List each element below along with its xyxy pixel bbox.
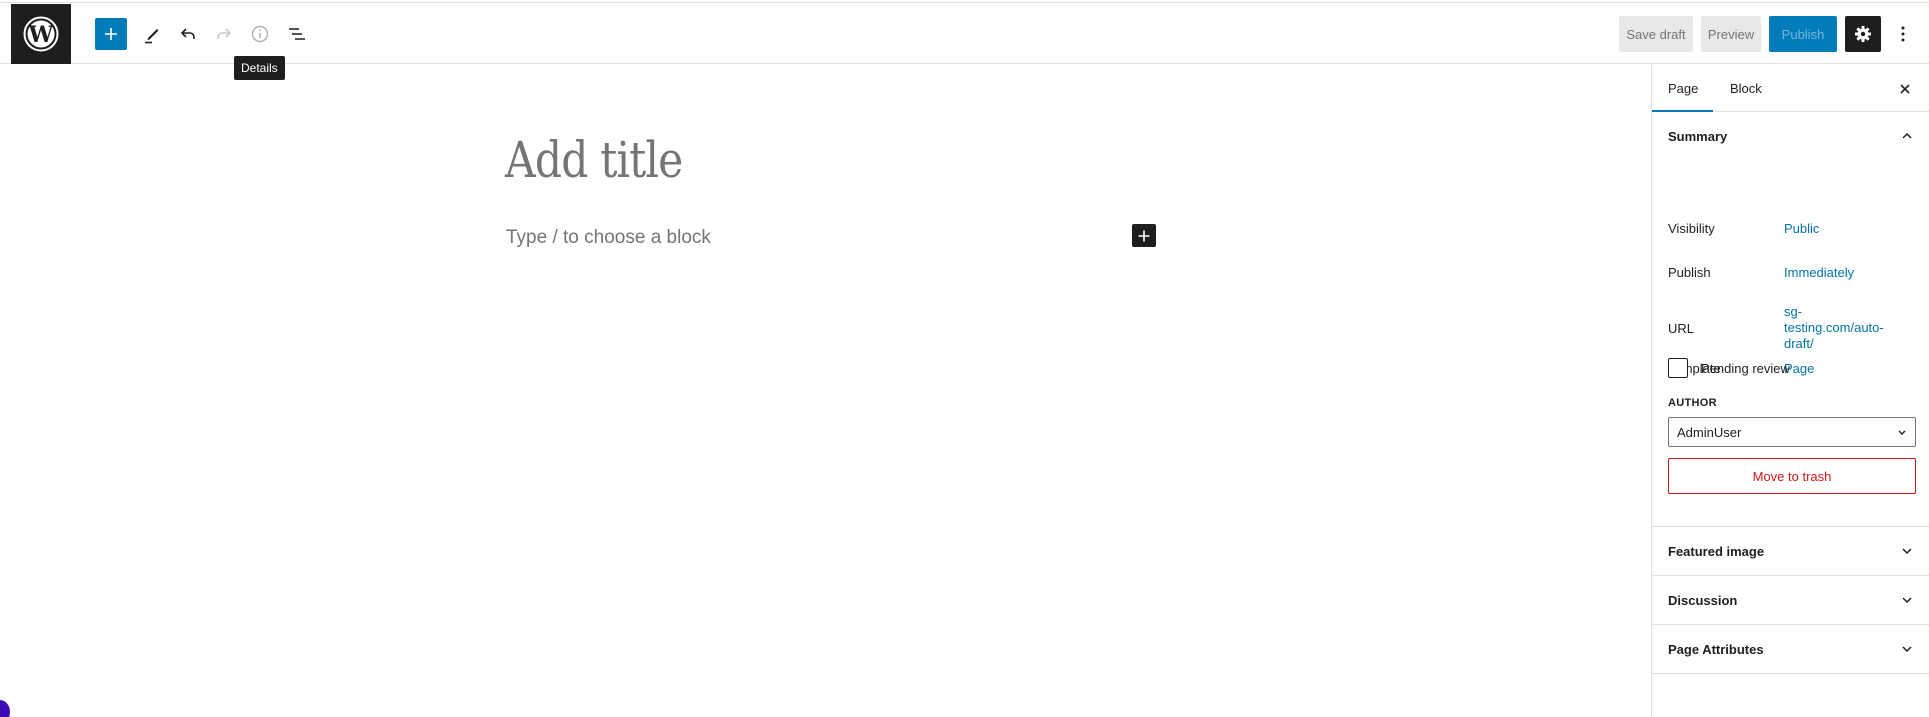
chevron-down-icon: [1898, 430, 1906, 435]
options-button[interactable]: [1889, 16, 1917, 52]
chevron-down-icon: [1902, 646, 1912, 653]
pending-review-checkbox[interactable]: [1668, 358, 1688, 378]
summary-panel-toggle[interactable]: Summary: [1652, 112, 1929, 161]
save-draft-button[interactable]: Save draft: [1619, 16, 1693, 52]
editor-canvas: Add title Type / to choose a block: [0, 65, 1651, 717]
info-icon: [251, 25, 269, 43]
tools-button[interactable]: [136, 18, 168, 50]
author-label: AUTHOR: [1668, 397, 1717, 409]
discussion-panel-title: Discussion: [1668, 592, 1738, 608]
pending-review-label[interactable]: Pending review: [1701, 361, 1790, 376]
move-to-trash-button[interactable]: Move to trash: [1668, 458, 1916, 494]
publish-label: Publish: [1668, 265, 1711, 280]
page-attributes-panel-title: Page Attributes: [1668, 641, 1764, 657]
undo-icon: [180, 28, 195, 39]
summary-panel-title: Summary: [1668, 129, 1728, 144]
publish-button[interactable]: Publish: [1769, 16, 1837, 52]
summary-panel-body: Visibility Public Publish Immediately UR…: [1652, 161, 1929, 527]
tab-page[interactable]: Page: [1652, 65, 1713, 112]
redo-button[interactable]: [208, 18, 240, 50]
visibility-value-link[interactable]: Public: [1784, 221, 1819, 237]
preview-button[interactable]: Preview: [1701, 16, 1761, 52]
page-attributes-panel-toggle[interactable]: Page Attributes: [1652, 625, 1929, 674]
url-label: URL: [1668, 321, 1695, 336]
details-button[interactable]: [244, 18, 276, 50]
plus-icon: [105, 28, 117, 40]
paragraph-block-placeholder[interactable]: Type / to choose a block: [506, 227, 711, 249]
chevron-down-icon: [1902, 597, 1912, 604]
pencil-icon: [145, 29, 159, 44]
plus-icon: [1138, 230, 1150, 241]
close-icon: [1900, 84, 1910, 94]
sidebar-tabs: Page Block: [1652, 65, 1929, 112]
tab-block[interactable]: Block: [1714, 65, 1778, 112]
list-view-icon: [289, 28, 305, 40]
list-view-button[interactable]: [281, 18, 313, 50]
url-line: draft/: [1784, 336, 1814, 351]
undo-button[interactable]: [172, 18, 204, 50]
redo-icon: [217, 28, 232, 39]
url-line: testing.com/auto-: [1784, 320, 1884, 335]
gear-icon: [1855, 26, 1871, 42]
discussion-panel-toggle[interactable]: Discussion: [1652, 576, 1929, 625]
chevron-up-icon: [1902, 132, 1912, 139]
close-sidebar-button[interactable]: [1891, 75, 1919, 103]
title-input[interactable]: Add title: [505, 131, 683, 189]
featured-image-panel-title: Featured image: [1668, 543, 1765, 559]
wordpress-logo-button[interactable]: W: [11, 4, 71, 64]
inline-block-inserter-button[interactable]: [1132, 224, 1156, 247]
featured-image-panel-toggle[interactable]: Featured image: [1652, 527, 1929, 576]
block-inserter-button[interactable]: [95, 18, 127, 50]
settings-button[interactable]: [1845, 16, 1881, 52]
settings-sidebar: Page Block Summary Visibility Public Pub…: [1651, 65, 1929, 717]
url-line: sg-: [1784, 304, 1803, 319]
author-select-value: AdminUser: [1677, 424, 1742, 440]
editor-header: W Save draft Preview Publish: [0, 3, 1929, 64]
url-link[interactable]: sg- testing.com/auto- draft/: [1784, 304, 1884, 352]
visibility-label: Visibility: [1668, 221, 1715, 236]
details-tooltip: Details: [234, 56, 285, 80]
svg-text:W: W: [28, 22, 54, 48]
corner-widget[interactable]: [0, 700, 10, 717]
author-select[interactable]: AdminUser: [1668, 417, 1916, 447]
chevron-down-icon: [1902, 548, 1912, 555]
publish-date-link[interactable]: Immediately: [1784, 265, 1854, 281]
wordpress-logo-icon: W: [23, 16, 59, 52]
vertical-ellipsis-icon: [1901, 26, 1905, 42]
